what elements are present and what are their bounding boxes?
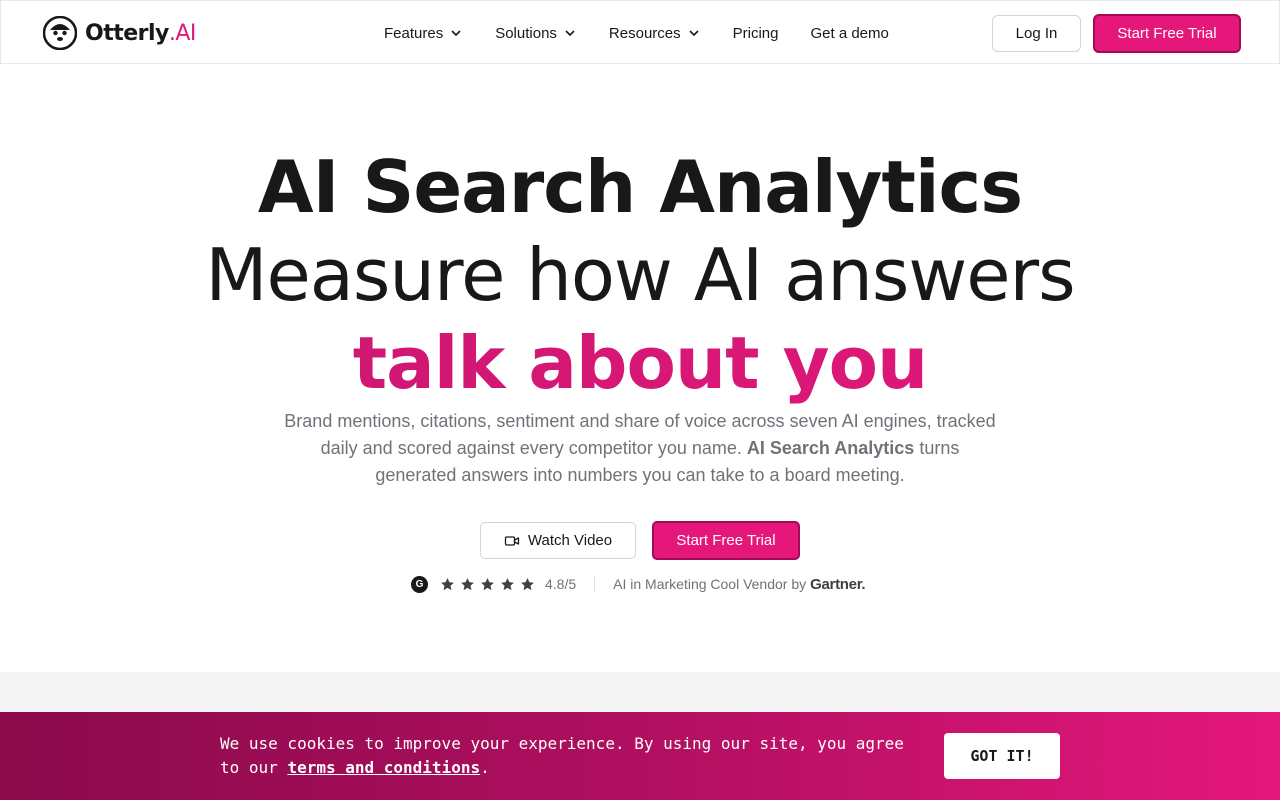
watch-video-button[interactable]: Watch Video bbox=[480, 522, 636, 559]
hero-title-line3: talk about you bbox=[0, 319, 1280, 407]
hero-subtitle: Brand mentions, citations, sentiment and… bbox=[284, 411, 996, 485]
g2-logo-icon: G bbox=[411, 575, 428, 593]
star-icon bbox=[461, 577, 474, 590]
cookie-message: We use cookies to improve your experienc… bbox=[220, 734, 904, 777]
hero-start-free-trial-button[interactable]: Start Free Trial bbox=[652, 521, 800, 560]
nav-pricing[interactable]: Pricing bbox=[733, 25, 779, 42]
login-button[interactable]: Log In bbox=[992, 15, 1081, 52]
nav-solutions[interactable]: Solutions bbox=[495, 25, 577, 42]
chevron-down-icon bbox=[451, 30, 461, 37]
star-icon bbox=[501, 577, 514, 590]
subtitle-highlight: AI Search Analytics bbox=[746, 438, 915, 458]
divider bbox=[594, 576, 596, 592]
cookie-accept-button[interactable]: GOT IT! bbox=[944, 733, 1060, 779]
rating-row: G 4.8/5 AI in Marketing Cool Vendor by G… bbox=[411, 574, 866, 594]
star-icon bbox=[481, 577, 494, 590]
star-rating bbox=[440, 577, 535, 592]
logo-text: Otterly.AI bbox=[85, 20, 196, 46]
hero-title-line1: AI Search Analytics bbox=[257, 145, 1023, 229]
star-icon bbox=[521, 577, 534, 590]
nav-features[interactable]: Features bbox=[384, 25, 463, 42]
logo[interactable]: Otterly.AI bbox=[43, 16, 196, 50]
video-camera-icon bbox=[504, 535, 520, 546]
site-header: Otterly.AI Features Solutions Resources … bbox=[0, 0, 1280, 64]
gartner-badge-text: AI in Marketing Cool Vendor by bbox=[613, 576, 807, 592]
rating-score: 4.8/5 bbox=[545, 576, 577, 592]
nav-resources[interactable]: Resources bbox=[609, 25, 701, 42]
terms-link[interactable]: terms and conditions bbox=[287, 758, 480, 777]
hero-title-line2: Measure how AI answers bbox=[205, 233, 1075, 317]
nav-get-a-demo[interactable]: Get a demo bbox=[810, 25, 888, 42]
start-free-trial-button[interactable]: Start Free Trial bbox=[1093, 14, 1241, 53]
chevron-down-icon bbox=[565, 30, 575, 37]
star-icon bbox=[441, 577, 454, 590]
otter-logo-icon bbox=[43, 16, 77, 50]
cookie-banner: We use cookies to improve your experienc… bbox=[0, 712, 1280, 800]
gartner-logo: Gartner. bbox=[810, 575, 866, 593]
chevron-down-icon bbox=[689, 30, 699, 37]
main-nav: Features Solutions Resources Pricing Get… bbox=[384, 1, 921, 65]
